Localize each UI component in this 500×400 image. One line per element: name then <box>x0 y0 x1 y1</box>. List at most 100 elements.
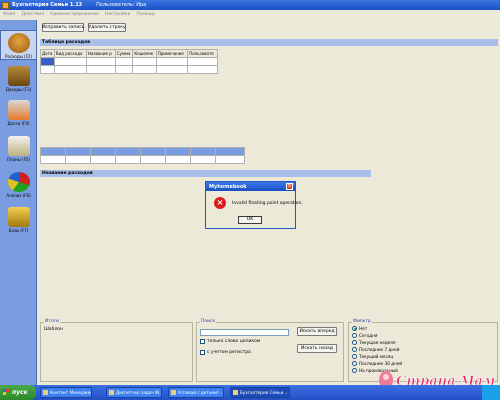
menu-actions[interactable]: Действия <box>21 12 44 17</box>
column-header[interactable]: Пользовате <box>187 49 218 58</box>
sidebar: Расходы (F2) Доходы (F3) Долги (F4) План… <box>0 20 37 385</box>
ok-button[interactable]: OK <box>238 216 262 224</box>
taskbar: пуск Контакт Менеджер Диспетчер задач W.… <box>0 385 500 400</box>
user-label: Пользователь: Ира <box>96 2 147 8</box>
expenses-icon <box>7 33 30 53</box>
table-cell[interactable] <box>114 65 134 74</box>
sidebar-item-analysis[interactable]: Анализ (F6) <box>0 170 37 200</box>
radio-label: Текущая неделя <box>359 340 396 345</box>
sidebar-item-label: Расходы (F2) <box>4 54 33 59</box>
sidebar-item-bases[interactable]: Базы (F7) <box>0 205 37 235</box>
edit-record-button[interactable]: Исправить запись <box>42 23 84 32</box>
expenses-table-header: Таблица расходов <box>40 39 498 46</box>
checkbox-label: только слово целиком <box>207 339 261 344</box>
checkbox-label: с учетом регистра <box>207 350 251 355</box>
radio-dot[interactable] <box>352 340 357 345</box>
radio-dot[interactable] <box>352 361 357 366</box>
menu-help[interactable]: Помощь <box>136 12 155 17</box>
table-cell[interactable] <box>187 57 218 66</box>
close-icon[interactable]: × <box>286 183 293 190</box>
radio-dot[interactable] <box>352 354 357 359</box>
table-cell[interactable] <box>53 65 87 74</box>
sidebar-item-expenses[interactable]: Расходы (F2) <box>0 30 37 60</box>
table-cell[interactable] <box>132 57 157 66</box>
expense-names-header: Название расходов <box>40 170 371 177</box>
search-forward-button[interactable]: Искать вперед <box>297 327 337 336</box>
debts-icon <box>7 100 30 120</box>
app-icon <box>2 1 9 9</box>
table-row[interactable] <box>40 65 218 74</box>
menu-bar: Файл Действия Администрирование Настройк… <box>0 10 500 19</box>
analysis-icon <box>7 172 30 192</box>
radio-label: Сегодня <box>359 333 378 338</box>
table-row <box>40 147 245 156</box>
column-header[interactable]: Название р <box>85 49 116 58</box>
start-label: пуск <box>12 389 28 396</box>
column-header[interactable]: Дата <box>40 49 55 58</box>
taskbar-item[interactable]: Диспетчер задач W... <box>106 387 162 398</box>
taskbar-item[interactable]: Бухгалтерия Семьи ... <box>230 387 290 398</box>
table-cell[interactable] <box>85 57 116 66</box>
taskbar-item[interactable]: Контакт Менеджер <box>40 387 92 398</box>
start-button[interactable]: пуск <box>0 385 36 400</box>
totals-text: Шаблон <box>44 327 63 332</box>
table-cell[interactable] <box>114 57 134 66</box>
table-cell[interactable] <box>187 65 218 74</box>
filter-title: Фильтр <box>352 319 372 324</box>
table-cell[interactable] <box>40 57 55 66</box>
menu-file[interactable]: Файл <box>3 12 15 17</box>
table-header-row: Дата Вид расхода Название р Сумма Кошеле… <box>40 49 218 58</box>
plans-icon <box>7 136 30 156</box>
radio-dot[interactable] <box>352 333 357 338</box>
taskbar-item[interactable]: Успевай с детьми! -... <box>168 387 224 398</box>
column-header[interactable]: Кошелек <box>132 49 157 58</box>
table-cell[interactable] <box>155 65 189 74</box>
radio-dot[interactable] <box>352 347 357 352</box>
sidebar-item-income[interactable]: Доходы (F3) <box>0 64 37 94</box>
filter-option-month[interactable]: Текущий месяц <box>352 354 393 359</box>
radio-dot[interactable] <box>352 326 357 331</box>
sidebar-item-label: Анализ (F6) <box>6 193 31 198</box>
delete-row-button[interactable]: Удалить строку <box>88 23 126 32</box>
radio-dot[interactable] <box>352 368 357 373</box>
checkbox-box[interactable] <box>200 350 205 355</box>
column-header[interactable]: Примечание <box>155 49 189 58</box>
sidebar-item-debts[interactable]: Долги (F4) <box>0 98 37 128</box>
title-bar: Бухгалтерия Семьи 1.13 Пользователь: Ира <box>0 0 500 10</box>
dialog-title: Myhomebook <box>206 182 295 191</box>
table-row[interactable] <box>40 57 218 66</box>
checkbox-box[interactable] <box>200 339 205 344</box>
menu-admin[interactable]: Администрирование <box>50 12 99 17</box>
dialog-message: Invalid floating point operation. <box>232 201 303 206</box>
system-tray[interactable] <box>482 385 500 400</box>
expenses-summary-grid[interactable] <box>40 147 245 164</box>
totals-title: Итоги <box>44 319 61 324</box>
filter-option-7days[interactable]: Последние 7 дней <box>352 347 399 352</box>
sidebar-item-plans[interactable]: Планы (F5) <box>0 134 37 164</box>
column-header[interactable]: Сумма <box>114 49 134 58</box>
radio-label: Нет <box>359 326 368 331</box>
filter-option-none[interactable]: Нет <box>352 326 367 331</box>
filter-option-week[interactable]: Текущая неделя <box>352 340 395 345</box>
error-icon: × <box>214 197 226 209</box>
match-case-checkbox[interactable]: с учетом регистра <box>200 350 251 355</box>
income-icon <box>7 66 30 86</box>
search-input[interactable] <box>200 329 289 336</box>
sidebar-item-label: Доходы (F3) <box>5 87 32 92</box>
expenses-table[interactable]: Дата Вид расхода Название р Сумма Кошеле… <box>40 49 218 74</box>
bases-icon <box>7 207 30 227</box>
column-header[interactable]: Вид расхода <box>53 49 87 58</box>
table-cell[interactable] <box>40 65 55 74</box>
sidebar-item-label: Базы (F7) <box>8 228 29 233</box>
sidebar-item-label: Планы (F5) <box>6 157 31 162</box>
whole-word-checkbox[interactable]: только слово целиком <box>200 339 260 344</box>
search-title: Поиск <box>200 319 217 324</box>
table-cell[interactable] <box>132 65 157 74</box>
table-cell[interactable] <box>155 57 189 66</box>
filter-option-today[interactable]: Сегодня <box>352 333 377 338</box>
radio-label: Текущий месяц <box>359 354 394 359</box>
table-cell[interactable] <box>53 57 87 66</box>
menu-settings[interactable]: Настройки <box>105 12 130 17</box>
table-cell[interactable] <box>85 65 116 74</box>
search-back-button[interactable]: Искать назад <box>297 344 337 353</box>
